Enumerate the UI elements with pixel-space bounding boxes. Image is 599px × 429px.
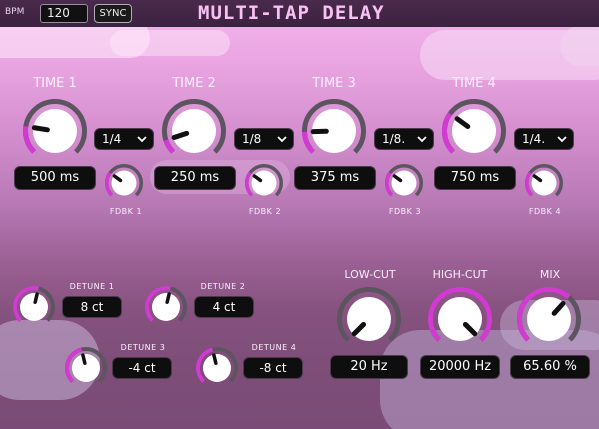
time-4-display[interactable]: 750 ms xyxy=(434,166,516,190)
time-1-knob[interactable] xyxy=(22,98,88,164)
fdbk-3-knob[interactable] xyxy=(384,163,424,203)
detune-4-label: DETUNE 4 xyxy=(251,343,297,352)
detune-4-display[interactable]: -8 ct xyxy=(243,357,303,379)
time-2-label: TIME 2 xyxy=(172,76,216,91)
fdbk-3-label: FDBK 3 xyxy=(388,207,422,216)
detune-1-knob[interactable] xyxy=(12,285,56,329)
knob-pointer xyxy=(212,353,218,365)
knob-pointer xyxy=(81,353,87,365)
cloud-decoration xyxy=(560,26,599,66)
knob-face xyxy=(203,354,231,382)
knob-pointer xyxy=(33,292,39,304)
time-4-division-select[interactable]: 1/4. xyxy=(514,128,574,150)
knob-value-arc xyxy=(385,171,394,197)
sync-button[interactable]: SYNC xyxy=(94,4,132,23)
knob-graphic xyxy=(13,286,55,322)
chevron-down-icon xyxy=(137,136,147,143)
knob-value-arc xyxy=(525,171,534,197)
time-2-division-value: 1/8 xyxy=(242,132,262,146)
knob-value-arc xyxy=(442,112,456,154)
knob-graphic xyxy=(337,287,401,342)
time-1-label: TIME 1 xyxy=(33,76,77,91)
time-4-label: TIME 4 xyxy=(452,76,496,91)
knob-face xyxy=(20,293,48,321)
knob-graphic xyxy=(385,164,423,197)
fdbk-4-knob[interactable] xyxy=(524,163,564,203)
knob-face xyxy=(452,109,496,153)
time-3-display[interactable]: 375 ms xyxy=(294,166,376,190)
knob-pointer xyxy=(165,292,171,304)
knob-graphic xyxy=(302,99,366,154)
time-2-display[interactable]: 250 ms xyxy=(154,166,236,190)
knob-face xyxy=(72,354,100,382)
bpm-label: BPM xyxy=(5,7,25,17)
knob-graphic xyxy=(145,286,187,322)
knob-value-arc xyxy=(302,131,316,154)
chevron-down-icon xyxy=(277,136,287,143)
low-cut-knob[interactable] xyxy=(336,286,402,352)
knob-graphic xyxy=(525,164,563,197)
fdbk-2-knob[interactable] xyxy=(244,163,284,203)
knob-graphic xyxy=(105,164,143,197)
mix-label: MIX xyxy=(539,268,561,281)
high-cut-display[interactable]: 20000 Hz xyxy=(420,355,500,379)
low-cut-display[interactable]: 20 Hz xyxy=(330,355,408,379)
knob-value-arc xyxy=(163,139,175,154)
time-4-division-value: 1/4. xyxy=(522,132,546,146)
fdbk-1-label: FDBK 1 xyxy=(109,207,143,216)
knob-face xyxy=(391,170,417,196)
chevron-down-icon xyxy=(557,136,567,143)
detune-3-display[interactable]: -4 ct xyxy=(112,357,172,379)
knob-value-arc xyxy=(23,125,37,154)
time-2-knob[interactable] xyxy=(161,98,227,164)
knob-face xyxy=(111,170,137,196)
knob-graphic xyxy=(65,347,107,383)
knob-face xyxy=(152,293,180,321)
plugin-title: MULTI-TAP DELAY xyxy=(198,2,385,24)
fdbk-4-label: FDBK 4 xyxy=(528,207,562,216)
knob-graphic xyxy=(23,99,87,154)
time-3-division-select[interactable]: 1/8. xyxy=(374,128,434,150)
knob-graphic xyxy=(245,164,283,197)
mix-display[interactable]: 65.60 % xyxy=(510,355,590,379)
time-1-division-value: 1/4 xyxy=(102,132,122,146)
chevron-down-icon xyxy=(417,136,427,143)
knob-pointer xyxy=(31,125,50,133)
detune-2-label: DETUNE 2 xyxy=(200,282,246,291)
mix-knob[interactable] xyxy=(516,286,582,352)
knob-graphic xyxy=(196,347,238,383)
knob-value-arc xyxy=(245,171,254,197)
detune-2-knob[interactable] xyxy=(144,285,188,329)
knob-face xyxy=(172,109,216,153)
detune-2-display[interactable]: 4 ct xyxy=(194,296,254,318)
fdbk-1-knob[interactable] xyxy=(104,163,144,203)
detune-1-display[interactable]: 8 ct xyxy=(62,296,122,318)
plugin-window: BPM 120 SYNC MULTI-TAP DELAY TIME 1 1/4 … xyxy=(0,0,599,429)
knob-value-arc xyxy=(105,171,114,197)
time-1-display[interactable]: 500 ms xyxy=(14,166,96,190)
time-1-division-select[interactable]: 1/4 xyxy=(94,128,154,150)
knob-face xyxy=(531,170,557,196)
high-cut-label: HIGH-CUT xyxy=(432,268,488,281)
time-3-knob[interactable] xyxy=(301,98,367,164)
knob-face xyxy=(251,170,277,196)
detune-3-label: DETUNE 3 xyxy=(120,343,166,352)
knob-graphic xyxy=(442,99,506,154)
knob-graphic xyxy=(162,99,226,154)
low-cut-label: LOW-CUT xyxy=(344,268,396,281)
fdbk-2-label: FDBK 2 xyxy=(248,207,282,216)
time-2-division-select[interactable]: 1/8 xyxy=(234,128,294,150)
knob-graphic xyxy=(517,287,581,342)
detune-4-knob[interactable] xyxy=(195,346,239,390)
bpm-input[interactable]: 120 xyxy=(40,4,88,23)
detune-3-knob[interactable] xyxy=(64,346,108,390)
time-4-knob[interactable] xyxy=(441,98,507,164)
detune-1-label: DETUNE 1 xyxy=(69,282,115,291)
cloud-decoration xyxy=(110,30,230,56)
high-cut-knob[interactable] xyxy=(427,286,493,352)
time-3-division-value: 1/8. xyxy=(382,132,406,146)
time-3-label: TIME 3 xyxy=(312,76,356,91)
knob-graphic xyxy=(428,287,492,342)
